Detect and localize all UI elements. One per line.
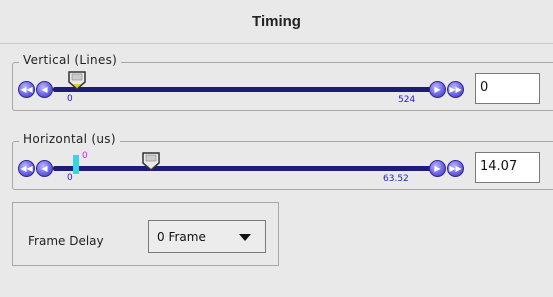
step-back-icon[interactable]: ◀ — [36, 81, 53, 98]
skip-forward-icon[interactable]: ▶▶ — [447, 81, 464, 98]
horizontal-max-label: 63.52 — [383, 174, 409, 184]
horizontal-group-label: Horizontal (us) — [19, 132, 120, 146]
horizontal-group: Horizontal (us) ◀◀ ◀ 0 0 63.52 ▶ ▶▶ 14.0… — [12, 132, 553, 190]
horizontal-min-label: 0 — [67, 173, 73, 183]
frame-delay-dropdown[interactable]: 0 Frame — [148, 220, 266, 253]
frame-delay-selected: 0 Frame — [157, 230, 206, 244]
skip-forward-icon[interactable]: ▶▶ — [447, 160, 464, 177]
panel-title-text: Timing — [252, 13, 301, 30]
vertical-max-label: 524 — [398, 95, 416, 105]
horizontal-value-field[interactable]: 14.07 — [475, 152, 540, 183]
panel-title: Timing — [0, 0, 553, 44]
horizontal-slider-track[interactable] — [53, 166, 431, 171]
vertical-group-label: Vertical (Lines) — [19, 53, 122, 67]
step-forward-icon[interactable]: ▶ — [429, 81, 446, 98]
step-back-icon[interactable]: ◀ — [36, 160, 53, 177]
step-forward-icon[interactable]: ▶ — [429, 160, 446, 177]
vertical-group: Vertical (Lines) ◀◀ ◀ 0 524 ▶ ▶▶ 0 — [12, 53, 553, 111]
vertical-value-field[interactable]: 0 — [475, 73, 540, 104]
skip-back-icon[interactable]: ◀◀ — [18, 160, 35, 177]
frame-delay-label: Frame Delay — [28, 234, 104, 248]
horizontal-origin-marker — [73, 155, 79, 174]
chevron-down-icon — [239, 234, 251, 241]
vertical-slider-thumb[interactable] — [67, 71, 87, 91]
vertical-min-label: 0 — [67, 94, 73, 104]
horizontal-slider-thumb[interactable] — [141, 152, 161, 172]
vertical-slider-track[interactable] — [53, 87, 431, 92]
horizontal-marker-label: 0 — [82, 151, 88, 161]
skip-back-icon[interactable]: ◀◀ — [18, 81, 35, 98]
